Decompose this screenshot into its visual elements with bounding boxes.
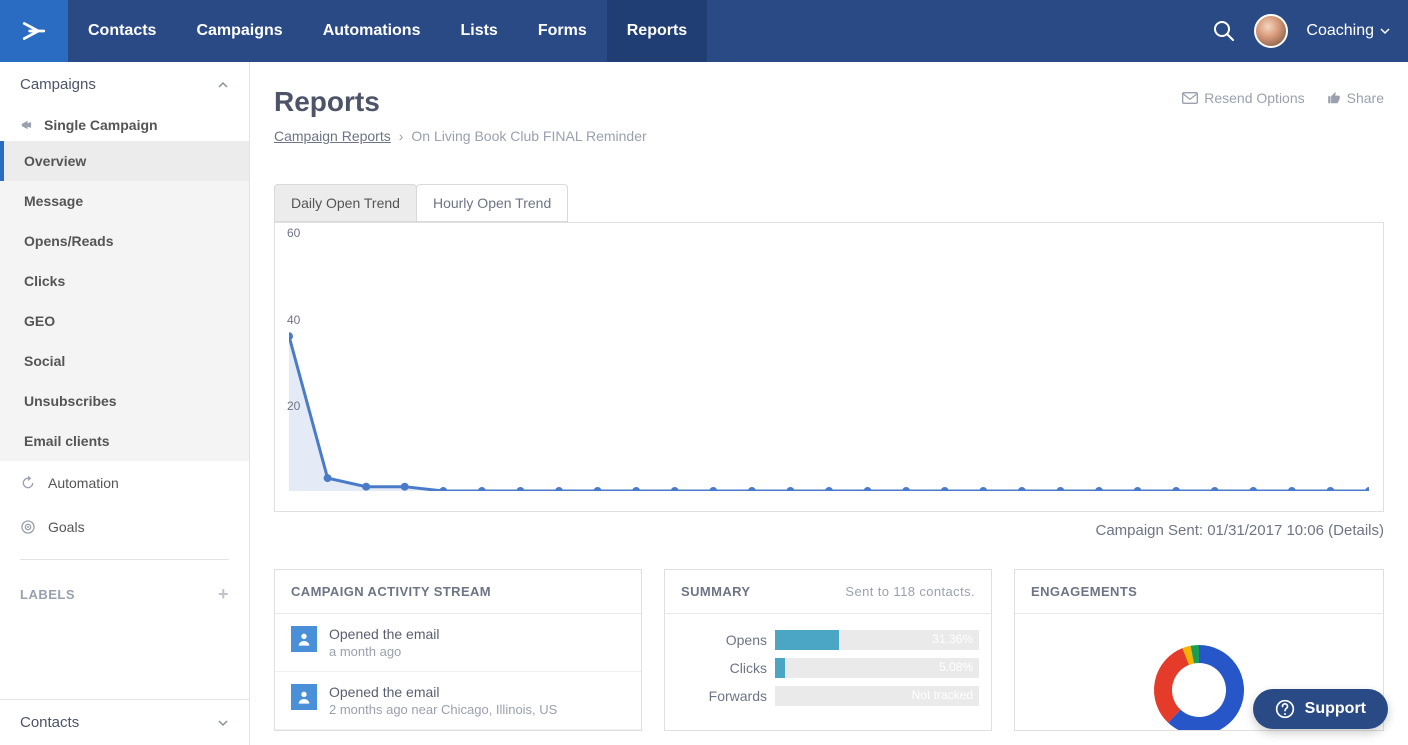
activity-header: CAMPAIGN ACTIVITY STREAM: [275, 570, 641, 614]
sidebar-item-overview[interactable]: Overview: [0, 141, 249, 181]
sidebar-item-message[interactable]: Message: [0, 181, 249, 221]
trend-tabs: Daily Open TrendHourly Open Trend: [274, 184, 1384, 222]
sidebar-title-label: Campaigns: [20, 76, 96, 93]
activity-row[interactable]: Opened the emaila month ago: [275, 614, 641, 672]
target-icon: [20, 519, 36, 535]
plus-icon[interactable]: +: [218, 584, 229, 605]
topnav-item-automations[interactable]: Automations: [303, 0, 441, 62]
topnav-item-campaigns[interactable]: Campaigns: [176, 0, 302, 62]
app-logo[interactable]: [0, 0, 68, 62]
sidebar-item-clicks[interactable]: Clicks: [0, 261, 249, 301]
labels-label: LABELS: [20, 587, 75, 602]
donut-svg: [1124, 630, 1274, 730]
summary-rows: Opens31.36%Clicks5.08%ForwardsNot tracke…: [665, 614, 991, 708]
sidebar-subheader-single-campaign[interactable]: Single Campaign: [0, 107, 249, 141]
thumbs-up-icon: [1327, 91, 1341, 105]
support-label: Support: [1305, 700, 1366, 718]
user-menu[interactable]: Coaching: [1306, 22, 1390, 40]
sidebar-bottom-label: Contacts: [20, 714, 79, 731]
summary-subtitle: Sent to 118 contacts.: [845, 584, 975, 599]
breadcrumb-link[interactable]: Campaign Reports: [274, 128, 391, 144]
topnav-item-reports[interactable]: Reports: [607, 0, 707, 62]
card-summary: SUMMARY Sent to 118 contacts. Opens31.36…: [664, 569, 992, 731]
help-icon: [1275, 699, 1295, 719]
top-nav: ContactsCampaignsAutomationsListsFormsRe…: [0, 0, 1408, 62]
sidebar-divider: [20, 559, 229, 560]
user-label: Coaching: [1306, 22, 1374, 40]
resend-options-button[interactable]: Resend Options: [1182, 90, 1304, 106]
sidebar-link-automation[interactable]: Automation: [0, 461, 249, 505]
summary-row-clicks: Clicks5.08%: [665, 652, 991, 680]
top-nav-items: ContactsCampaignsAutomationsListsFormsRe…: [68, 0, 707, 62]
sidebar: Campaigns Single Campaign OverviewMessag…: [0, 62, 250, 745]
refresh-icon: [20, 475, 36, 491]
top-nav-right: Coaching: [1212, 14, 1408, 48]
user-icon: [291, 684, 317, 710]
share-label: Share: [1347, 90, 1384, 106]
megaphone-icon: [20, 118, 34, 132]
sidebar-bottom: Contacts: [0, 699, 249, 745]
breadcrumb-separator: ›: [399, 128, 404, 144]
summary-title: SUMMARY: [681, 584, 750, 599]
y-tick: 20: [287, 399, 300, 413]
topnav-item-lists[interactable]: Lists: [440, 0, 517, 62]
user-icon: [291, 626, 317, 652]
y-tick: 60: [287, 226, 300, 240]
sidebar-item-email-clients[interactable]: Email clients: [0, 421, 249, 461]
sidebar-labels-row[interactable]: LABELS +: [0, 570, 249, 619]
activity-rows: Opened the emaila month agoOpened the em…: [275, 614, 641, 730]
cards-row: CAMPAIGN ACTIVITY STREAM Opened the emai…: [274, 569, 1384, 731]
avatar[interactable]: [1254, 14, 1288, 48]
activity-title: CAMPAIGN ACTIVITY STREAM: [291, 584, 491, 599]
chart-area: [289, 233, 1369, 491]
trend-tab-hourly-open-trend[interactable]: Hourly Open Trend: [416, 184, 568, 222]
campaign-sent-caption[interactable]: Campaign Sent: 01/31/2017 10:06 (Details…: [274, 522, 1384, 539]
sidebar-link-goals[interactable]: Goals: [0, 505, 249, 549]
breadcrumb: Campaign Reports › On Living Book Club F…: [274, 128, 1384, 144]
trend-tab-daily-open-trend[interactable]: Daily Open Trend: [274, 184, 417, 222]
logo-icon: [21, 18, 47, 44]
page-actions: Resend Options Share: [1182, 90, 1384, 106]
sidebar-subheader-label: Single Campaign: [44, 117, 158, 133]
topnav-item-forms[interactable]: Forms: [518, 0, 607, 62]
chevron-down-icon: [1380, 26, 1390, 36]
share-button[interactable]: Share: [1327, 90, 1384, 106]
engagements-header: ENGAGEMENTS: [1015, 570, 1383, 614]
summary-header: SUMMARY Sent to 118 contacts.: [665, 570, 991, 614]
card-activity: CAMPAIGN ACTIVITY STREAM Opened the emai…: [274, 569, 642, 731]
summary-row-opens: Opens31.36%: [665, 624, 991, 652]
sidebar-item-unsubscribes[interactable]: Unsubscribes: [0, 381, 249, 421]
summary-row-forwards: ForwardsNot tracked: [665, 680, 991, 708]
engagements-title: ENGAGEMENTS: [1031, 584, 1137, 599]
sidebar-items: OverviewMessageOpens/ReadsClicksGEOSocia…: [0, 141, 249, 461]
chevron-down-icon: [217, 717, 229, 729]
breadcrumb-current: On Living Book Club FINAL Reminder: [411, 128, 646, 144]
mail-icon: [1182, 92, 1198, 104]
sidebar-links: AutomationGoals: [0, 461, 249, 549]
topnav-item-contacts[interactable]: Contacts: [68, 0, 176, 62]
sidebar-section-contacts[interactable]: Contacts: [0, 700, 249, 745]
sidebar-item-opens-reads[interactable]: Opens/Reads: [0, 221, 249, 261]
activity-row[interactable]: Opened the email2 months ago near Chicag…: [275, 672, 641, 730]
chart-svg: [289, 233, 1369, 491]
main-content: Resend Options Share Reports Campaign Re…: [250, 62, 1408, 745]
resend-label: Resend Options: [1204, 90, 1304, 106]
sidebar-item-geo[interactable]: GEO: [0, 301, 249, 341]
search-icon[interactable]: [1212, 19, 1236, 43]
y-tick: 40: [287, 313, 300, 327]
chevron-up-icon: [217, 79, 229, 91]
support-button[interactable]: Support: [1253, 689, 1388, 729]
chart-container: 20 40 60: [274, 222, 1384, 512]
sidebar-section-campaigns[interactable]: Campaigns: [0, 62, 249, 107]
sidebar-item-social[interactable]: Social: [0, 341, 249, 381]
